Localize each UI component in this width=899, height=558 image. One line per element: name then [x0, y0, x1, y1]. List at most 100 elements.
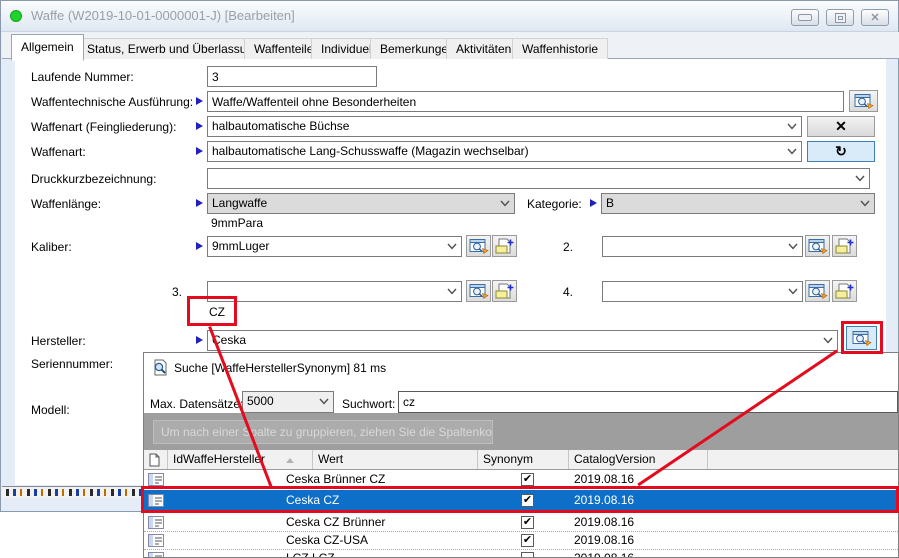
kaliber2-search-button[interactable] [805, 235, 830, 257]
tab-waffenhistorie[interactable]: Waffenhistorie [512, 38, 608, 60]
popup-title: Suche [WaffeHerstellerSynonym] 81 ms [174, 361, 386, 375]
required-arrow-icon [196, 242, 203, 250]
waffenart-combo[interactable]: halbautomatische Lang-Schusswaffe (Magaz… [207, 141, 802, 162]
group-by-hint: Um nach einer Spalte zu gruppieren, zieh… [153, 420, 493, 444]
kaliber4-search-button[interactable] [805, 280, 830, 302]
table-row[interactable]: Ceska Brünner CZ ✔ 2019.08.16 [144, 471, 899, 489]
max-datensaetze-label: Max. Datensätze: [150, 397, 243, 411]
chevron-down-icon [788, 243, 798, 250]
close-icon: ✕ [870, 11, 879, 24]
chevron-down-icon [447, 243, 457, 250]
table-row[interactable]: Ceska CZ Brünner ✔ 2019.08.16 [144, 514, 899, 532]
laufende-nummer-input[interactable] [207, 66, 377, 87]
kaliber1-search-button[interactable] [466, 235, 491, 257]
cell-catalogversion: 2019.08.16 [574, 515, 634, 529]
modell-label: Modell: [31, 403, 70, 417]
kaliber3-search-button[interactable] [466, 280, 491, 302]
chevron-down-icon [447, 288, 457, 295]
kaliber4-combo[interactable] [602, 281, 803, 302]
chevron-down-icon [787, 148, 797, 155]
table-row[interactable]: LCZ LCZ 2019.08.16 [144, 550, 899, 558]
group-by-panel[interactable]: Um nach einer Spalte zu gruppieren, zieh… [144, 413, 899, 450]
table-row-selected[interactable]: Ceska CZ ✔ 2019.08.16 [144, 490, 899, 512]
kaliber2-label: 2. [563, 240, 573, 254]
cell-wert: Ceska CZ-USA [286, 533, 368, 547]
synonym-checkbox[interactable] [521, 552, 534, 558]
title-bar[interactable]: Waffe (W2019-10-01-0000001-J) [Bearbeite… [1, 1, 898, 32]
required-arrow-icon [196, 122, 203, 130]
hersteller-search-button[interactable] [846, 326, 877, 350]
header-wert[interactable]: Wert [313, 450, 478, 469]
record-icon [148, 552, 164, 558]
table-header: IdWaffeHersteller Wert Synonym CatalogVe… [144, 450, 899, 470]
chevron-down-icon [500, 200, 510, 207]
chevron-down-icon [855, 175, 865, 182]
kaliber1-combo[interactable]: 9mmLuger [207, 236, 462, 257]
kaliber2-combo[interactable] [602, 236, 803, 257]
cell-catalogversion: 2019.08.16 [574, 551, 634, 558]
screenshot-root: Waffe (W2019-10-01-0000001-J) [Bearbeite… [0, 0, 899, 558]
chevron-down-icon [319, 398, 329, 405]
hersteller-combo[interactable]: Ceska [207, 330, 838, 351]
cell-catalogversion: 2019.08.16 [574, 493, 634, 507]
required-arrow-icon [590, 199, 597, 207]
synonym-checkbox[interactable]: ✔ [521, 534, 534, 547]
max-datensaetze-combo[interactable]: 5000 [242, 391, 334, 413]
document-icon [149, 453, 160, 467]
required-arrow-icon [196, 336, 203, 344]
new-document-icon [835, 238, 855, 254]
header-idwaffehersteller[interactable]: IdWaffeHersteller [168, 450, 313, 469]
kaliber4-add-button[interactable] [832, 280, 857, 302]
cell-wert: LCZ LCZ [286, 551, 335, 558]
synonym-checkbox[interactable]: ✔ [521, 494, 534, 507]
header-icon-cell[interactable] [144, 450, 168, 469]
header-catalogversion[interactable]: CatalogVersion [569, 450, 708, 469]
laufende-nummer-label: Laufende Nummer: [31, 70, 134, 84]
suchwort-input[interactable] [398, 391, 898, 413]
tab-status-erwerb[interactable]: Status, Erwerb und Überlassung [77, 38, 270, 60]
header-synonym[interactable]: Synonym [478, 450, 569, 469]
refresh-button[interactable]: ↻ [807, 141, 875, 162]
tab-allgemein[interactable]: Allgemein [11, 34, 84, 61]
record-icon [148, 494, 164, 507]
close-button[interactable]: ✕ [861, 9, 889, 26]
status-green-icon [10, 10, 22, 22]
kaliber1-add-button[interactable] [492, 235, 517, 257]
kaliber3-add-button[interactable] [492, 280, 517, 302]
search-window-icon [854, 93, 874, 109]
kaliber-hint-text: 9mmPara [211, 216, 263, 230]
cell-catalogversion: 2019.08.16 [574, 472, 634, 486]
tab-aktivitaeten[interactable]: Aktivitäten [446, 38, 521, 60]
synonym-checkbox[interactable]: ✔ [521, 516, 534, 529]
cell-catalogversion: 2019.08.16 [574, 533, 634, 547]
required-arrow-icon [196, 97, 203, 105]
feingliederung-combo[interactable]: halbautomatische Büchse [207, 116, 802, 137]
waffenlaenge-combo[interactable]: Langwaffe [207, 193, 515, 214]
record-icon [148, 473, 164, 486]
clear-x-icon: ✕ [835, 118, 847, 135]
table-row[interactable]: Ceska CZ-USA ✔ 2019.08.16 [144, 532, 899, 550]
required-arrow-icon [196, 199, 203, 207]
synonym-checkbox[interactable]: ✔ [521, 473, 534, 486]
druckkurz-combo[interactable] [207, 168, 870, 189]
new-document-icon [835, 283, 855, 299]
kategorie-combo[interactable]: B [601, 193, 875, 214]
maximize-icon [835, 13, 846, 23]
kaliber4-label: 4. [563, 285, 573, 299]
ausfuehrung-input[interactable] [207, 91, 844, 112]
search-doc-icon [152, 359, 169, 376]
search-window-icon [469, 283, 489, 299]
maximize-button[interactable] [826, 9, 854, 26]
sort-ascending-icon [286, 458, 294, 463]
feingliederung-label: Waffenart (Feingliederung): [31, 120, 176, 134]
cell-wert: Ceska Brünner CZ [286, 472, 385, 486]
kaliber2-add-button[interactable] [832, 235, 857, 257]
waffenart-label: Waffenart: [31, 145, 86, 159]
minimize-button[interactable] [791, 9, 819, 26]
kaliber3-combo[interactable] [207, 281, 462, 302]
clear-button[interactable]: ✕ [807, 116, 875, 137]
search-window-icon [808, 283, 828, 299]
header-empty [708, 450, 898, 469]
new-document-icon [495, 283, 515, 299]
ausfuehrung-search-button[interactable] [849, 90, 878, 112]
